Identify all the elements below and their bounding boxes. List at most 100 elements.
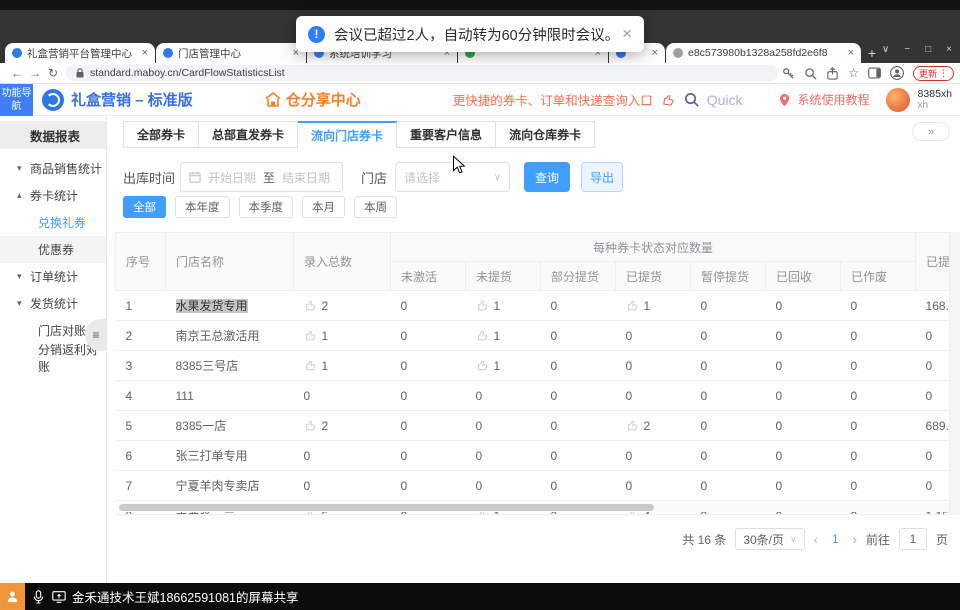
browser-update-button[interactable]: 更新 ⋮	[913, 66, 954, 81]
panel-collapse-button[interactable]: »	[912, 122, 950, 141]
window-controls: ∨ − □ ×	[882, 44, 952, 55]
toast-message: 会议已超过2人，自动转为60分钟限时会议。	[334, 24, 619, 45]
current-page[interactable]: 1	[827, 532, 844, 546]
back-icon[interactable]: ←	[8, 66, 26, 80]
cell-value[interactable]: 1	[466, 351, 541, 381]
report-tab[interactable]: 流向门店券卡	[298, 121, 397, 148]
prev-page-icon[interactable]: ‹	[814, 532, 818, 547]
profile-icon[interactable]	[890, 66, 904, 80]
goto-page-input[interactable]: 1	[899, 528, 927, 550]
tab-close-icon[interactable]: ×	[652, 47, 658, 59]
screen: 礼盒营销平台管理中心×门店管理中心×系统培训学习×××e8c573980b132…	[0, 0, 960, 610]
warehouse-share-center-link[interactable]: 仓分享中心	[265, 89, 361, 110]
cell-value: 0	[541, 291, 616, 321]
scrollbar-thumb[interactable]	[119, 504, 654, 511]
col-group-header: 每种券卡状态对应数量	[391, 233, 916, 262]
reload-icon[interactable]: ↻	[44, 66, 62, 80]
cell-value[interactable]: 1	[294, 321, 391, 351]
page-unit-label: 页	[936, 531, 948, 548]
minimize-icon[interactable]: −	[904, 44, 910, 55]
cell-value: 0	[766, 351, 841, 381]
col-header-status: 已回收	[766, 262, 841, 291]
bookmark-star-icon[interactable]: ☆	[848, 66, 859, 80]
sidebar-item[interactable]: ▾订单统计	[0, 263, 106, 290]
quick-search-icon[interactable]	[684, 92, 699, 107]
zoom-icon[interactable]	[804, 67, 817, 80]
menu-dots-icon: ⋮	[939, 68, 948, 79]
cell-value: 0	[391, 321, 466, 351]
sidebar-item[interactable]: ▴券卡统计	[0, 182, 106, 209]
search-button[interactable]: 查询	[524, 162, 570, 192]
quick-filter-button[interactable]: 本季度	[239, 196, 294, 218]
vertical-scrollbar[interactable]	[949, 232, 960, 515]
sidebar-item-label: 门店对账	[38, 322, 86, 339]
url-bar[interactable]: standard.maboy.cn/CardFlowStatisticsList	[66, 65, 778, 81]
col-header-status: 未激活	[391, 262, 466, 291]
participant-icon[interactable]	[0, 583, 25, 610]
sidebar-item[interactable]: 兑换礼券	[0, 209, 106, 236]
report-tab[interactable]: 重要客户信息	[397, 121, 496, 148]
cell-value[interactable]: 2	[294, 291, 391, 321]
pointer-hand-icon	[304, 329, 317, 342]
sidebar-item[interactable]: ▾发货统计	[0, 290, 106, 317]
tab-close-icon[interactable]: ×	[142, 47, 148, 59]
cell-store-name: 宁夏羊肉专卖店	[166, 471, 294, 501]
microphone-icon[interactable]	[33, 590, 44, 604]
cell-value: 0	[541, 471, 616, 501]
sidebar-item[interactable]: 优惠券	[0, 236, 106, 263]
forward-icon[interactable]: →	[26, 66, 44, 80]
cell-value: 0	[841, 471, 916, 501]
date-range-input[interactable]: 开始日期 至 结束日期	[180, 162, 343, 192]
app-title: 礼盒营销 – 标准版	[71, 89, 193, 110]
export-button[interactable]: 导出	[581, 162, 623, 192]
quick-filter-button[interactable]: 本年度	[175, 196, 230, 218]
tab-search-icon[interactable]: ∨	[882, 44, 889, 55]
cell-value: 0	[766, 441, 841, 471]
page-size-select[interactable]: 30条/页 ∨	[735, 528, 804, 550]
browser-tab[interactable]: 礼盒营销平台管理中心×	[5, 43, 155, 63]
cell-value: 0	[294, 381, 391, 411]
cell-store-name: 水果发货专用	[166, 291, 294, 321]
report-tab[interactable]: 流向仓库券卡	[496, 121, 595, 148]
function-nav-button[interactable]: 功能导航	[0, 84, 33, 116]
report-tab[interactable]: 全部券卡	[123, 121, 199, 148]
info-icon: !	[308, 26, 325, 43]
share-icon[interactable]	[826, 67, 839, 80]
cell-value: 0	[466, 471, 541, 501]
user-avatar[interactable]	[886, 88, 910, 112]
cell-value[interactable]: 1	[616, 291, 691, 321]
quick-filter-bar: 全部本年度本季度本月本周	[123, 196, 397, 218]
user-names: 8385xh xh	[918, 88, 952, 112]
browser-tab[interactable]: 门店管理中心×	[156, 43, 306, 63]
tab-close-icon[interactable]: ×	[848, 47, 854, 59]
cell-seq: 7	[116, 471, 166, 501]
expand-arrow-icon: ▾	[17, 163, 30, 174]
expand-arrow-icon: ▾	[17, 271, 30, 282]
sidebar-item[interactable]: ▾商品销售统计	[0, 155, 106, 182]
quick-label[interactable]: Quick	[707, 92, 743, 108]
table-row: 38385三号店101000000	[116, 351, 960, 381]
tutorial-link[interactable]: 系统使用教程	[798, 91, 870, 108]
quick-filter-button[interactable]: 全部	[123, 196, 166, 218]
cell-value[interactable]: 1	[466, 291, 541, 321]
quick-filter-button[interactable]: 本周	[354, 196, 397, 218]
key-icon[interactable]	[782, 67, 795, 80]
browser-tab[interactable]: e8c573980b1328a258fd2e6f8×	[666, 43, 861, 63]
next-page-icon[interactable]: ›	[853, 532, 857, 547]
toast-close-icon[interactable]: ×	[622, 24, 632, 44]
maximize-icon[interactable]: □	[925, 44, 931, 55]
cell-value[interactable]: 2	[294, 411, 391, 441]
horizontal-scrollbar[interactable]	[116, 503, 954, 512]
new-tab-button[interactable]: +	[862, 43, 882, 63]
cell-store-name: 111	[166, 381, 294, 411]
cell-value[interactable]: 2	[616, 411, 691, 441]
report-tab[interactable]: 总部直发券卡	[199, 121, 298, 148]
cell-value[interactable]: 1	[466, 321, 541, 351]
side-panel-icon[interactable]	[868, 67, 881, 79]
screen-share-icon[interactable]	[52, 591, 66, 603]
sidebar-item[interactable]: 分销返利对账	[0, 344, 106, 371]
close-window-icon[interactable]: ×	[946, 44, 952, 55]
cell-value[interactable]: 1	[294, 351, 391, 381]
quick-filter-button[interactable]: 本月	[302, 196, 345, 218]
pagination: 共 16 条 30条/页 ∨ ‹ 1 › 前往 1 页	[682, 528, 948, 550]
